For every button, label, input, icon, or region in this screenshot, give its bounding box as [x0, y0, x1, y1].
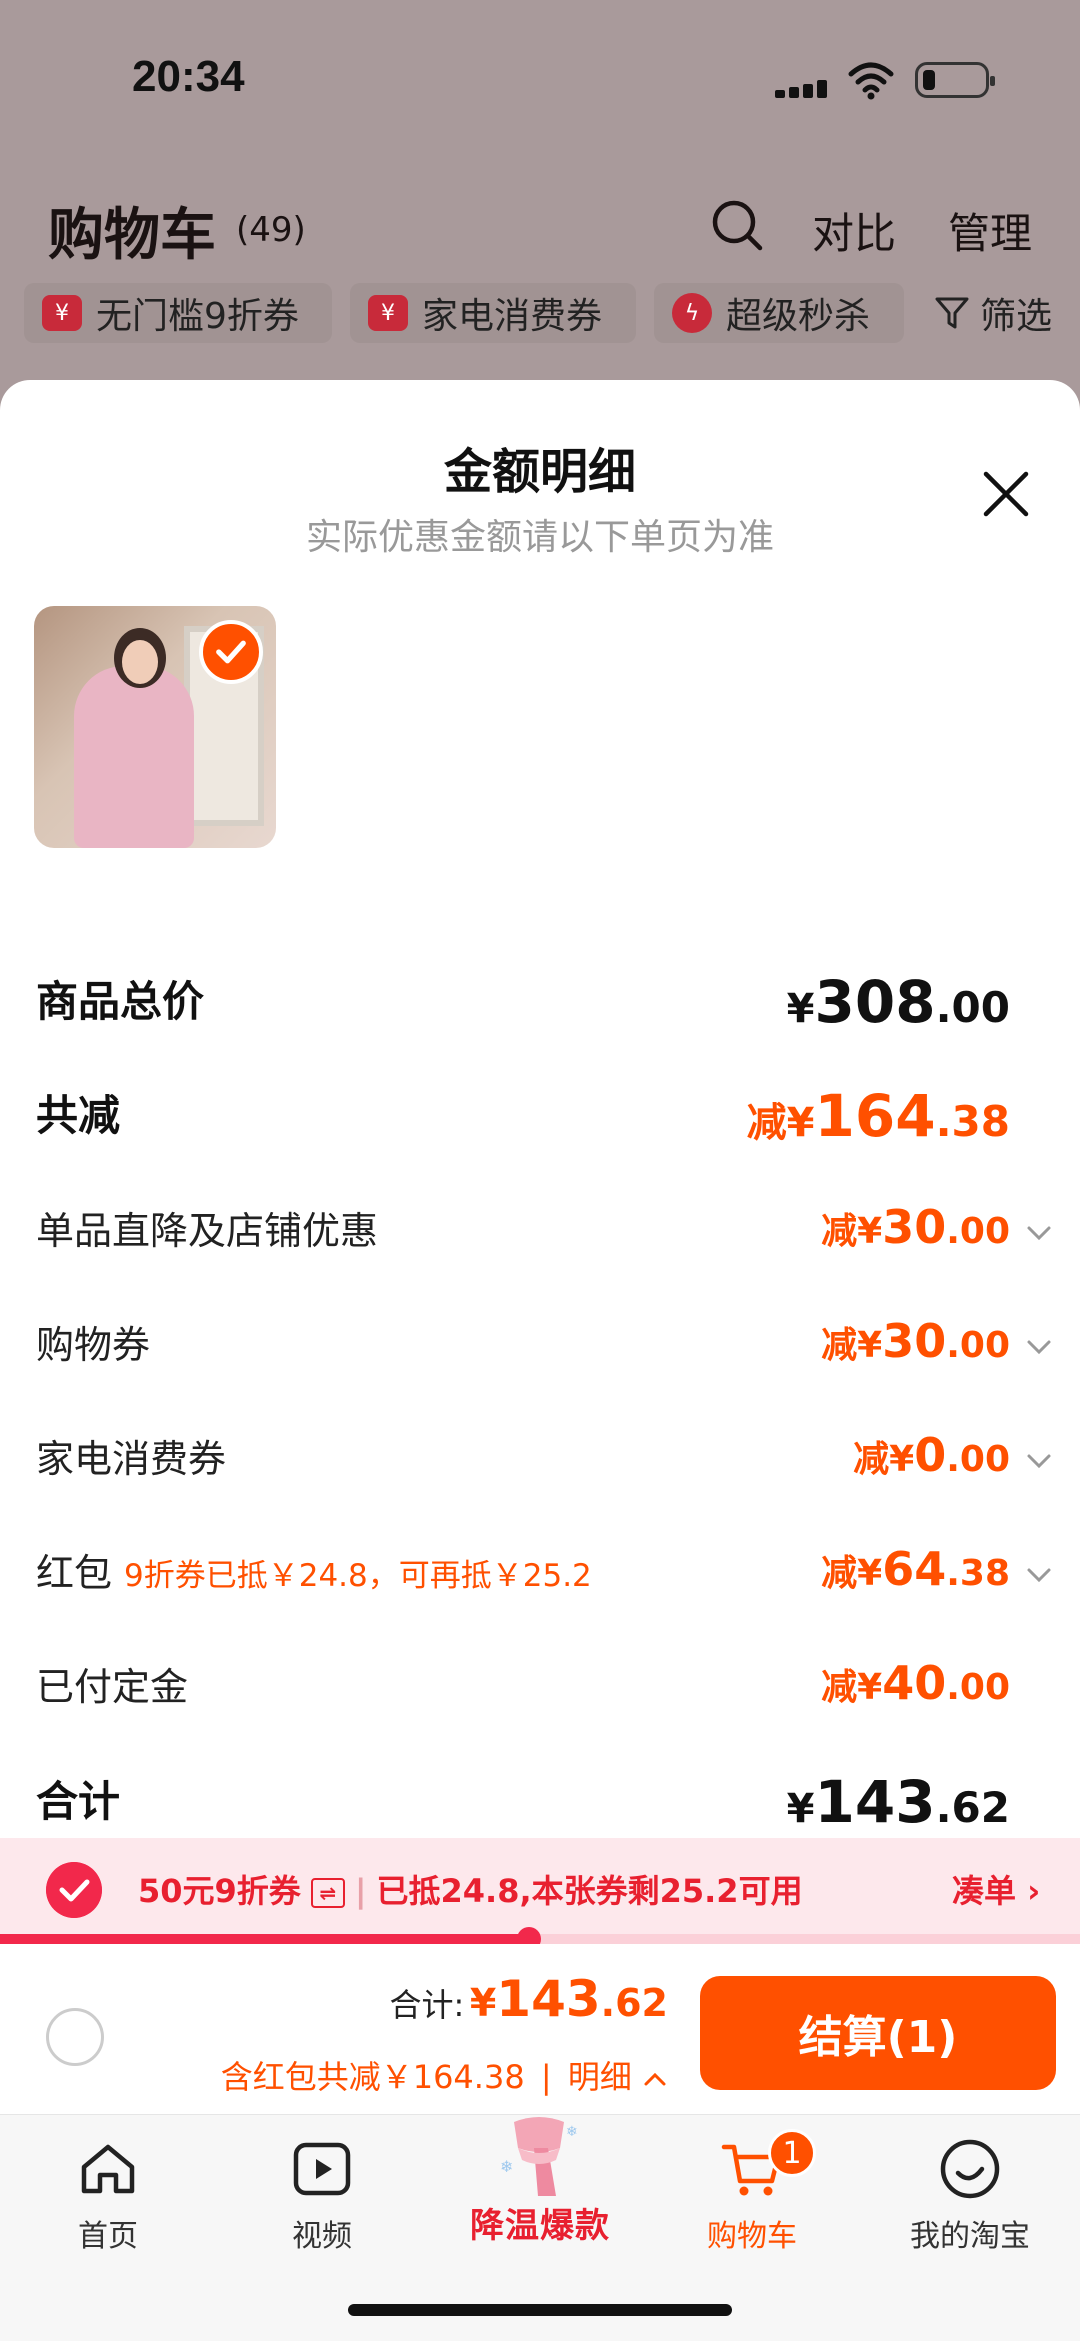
- sheet-subtitle: 实际优惠金额请以下单页为准: [305, 517, 774, 558]
- sheet-title: 金额明细: [443, 444, 636, 500]
- row-label: 红包 9折券已抵￥24.8，可再抵￥25.2: [36, 1542, 592, 1597]
- lightning-icon: ϟ: [672, 293, 712, 333]
- row-deposit-paid: 已付定金 减¥40.00: [36, 1656, 1046, 1726]
- chip-label: 家电消费券: [422, 296, 603, 337]
- thumb-face: [122, 640, 158, 684]
- checkout-bar: 合计: ¥143.62 含红包共减￥164.38 | 明细 结算(1): [0, 1944, 1080, 2114]
- row-total-discount: 共减 减¥164.38: [36, 1082, 1046, 1152]
- discount-summary[interactable]: 含红包共减￥164.38 | 明细: [221, 2052, 668, 2098]
- add-on-items-link[interactable]: 凑单 ›: [952, 1866, 1040, 1912]
- chevron-down-icon[interactable]: [1024, 1218, 1054, 1248]
- row-label: 共减: [36, 1091, 121, 1140]
- yen-coupon-icon: ¥: [42, 295, 82, 331]
- tab-video[interactable]: 视频: [242, 2129, 402, 2254]
- select-all-checkbox[interactable]: [46, 2008, 104, 2066]
- home-indicator: [348, 2304, 732, 2316]
- tab-label: 视频: [292, 2219, 352, 2254]
- swap-icon[interactable]: ⇌: [310, 1878, 345, 1908]
- search-icon[interactable]: [710, 198, 764, 252]
- tab-label: 购物车: [707, 2219, 797, 2254]
- chip-no-threshold-coupon[interactable]: ¥ 无门槛9折券: [24, 283, 332, 343]
- yen-coupon-icon: ¥: [368, 295, 408, 331]
- row-subtotal: 合计 ¥143.62: [36, 1768, 1046, 1838]
- red-packet-amount: 减¥64.38: [821, 1542, 1010, 1596]
- row-label: 购物券: [36, 1323, 151, 1367]
- cellular-signal-icon: [775, 78, 831, 98]
- detail-link[interactable]: 明细: [568, 2058, 632, 2096]
- status-time: 20:34: [132, 52, 245, 101]
- chip-appliance-coupon[interactable]: ¥ 家电消费券: [350, 283, 636, 343]
- status-bar: 20:34: [0, 0, 1080, 150]
- coupon-promo-bar[interactable]: 50元9折券 ⇌ | 已抵24.8,本张券剩25.2可用 凑单 ›: [0, 1838, 1080, 1938]
- cart-count: (49): [236, 210, 306, 250]
- scarf-promo-icon: ❄ ❄: [500, 2117, 578, 2196]
- checkout-total: 合计: ¥143.62: [389, 1970, 668, 2028]
- store-discount-amount: 减¥30.00: [821, 1200, 1010, 1254]
- red-packet-label: 红包: [36, 1551, 113, 1595]
- subtotal-amount: ¥143.62: [786, 1768, 1010, 1836]
- chevron-up-icon: [644, 2072, 666, 2086]
- compare-button[interactable]: 对比: [812, 200, 896, 261]
- row-store-discount[interactable]: 单品直降及店铺优惠 减¥30.00: [36, 1200, 1051, 1270]
- row-label: 已付定金: [36, 1665, 189, 1709]
- row-appliance-coupon[interactable]: 家电消费券 减¥0.00: [36, 1428, 1051, 1498]
- chevron-down-icon[interactable]: [1024, 1332, 1054, 1362]
- red-packet-note: 9折券已抵￥24.8，可再抵￥25.2: [124, 1558, 592, 1594]
- appliance-coupon-amount: 减¥0.00: [853, 1428, 1010, 1482]
- chip-flash-sale[interactable]: ϟ 超级秒杀: [654, 283, 904, 343]
- coupon-name: 50元9折券: [138, 1872, 301, 1910]
- deposit-paid-amount: 减¥40.00: [821, 1656, 1010, 1710]
- tab-label: 我的淘宝: [910, 2219, 1030, 2254]
- row-shopping-coupon[interactable]: 购物券 减¥30.00: [36, 1314, 1051, 1384]
- coupon-check-icon[interactable]: [46, 1862, 102, 1918]
- tab-label: 首页: [78, 2219, 138, 2254]
- background-overlay[interactable]: 20:34 购物车 (49) 对比 管理 ¥ 无门槛9折券 ¥ 家电消费券 ϟ …: [0, 0, 1080, 400]
- discount-note: 含红包共减￥164.38: [220, 2058, 525, 2096]
- row-total-price: 商品总价 ¥308.00: [36, 968, 1046, 1038]
- tab-promo[interactable]: ❄ ❄ 降温爆款: [456, 2112, 624, 2246]
- selected-check-icon: [199, 620, 263, 684]
- video-icon: [293, 2142, 351, 2196]
- tab-home[interactable]: 首页: [28, 2129, 188, 2254]
- coupon-detail: 已抵24.8,本张券剩25.2可用: [376, 1872, 803, 1910]
- tab-label: 降温爆款: [470, 2206, 610, 2246]
- shopping-coupon-amount: 减¥30.00: [821, 1314, 1010, 1368]
- smile-icon: [940, 2139, 1000, 2199]
- chevron-down-icon[interactable]: [1024, 1446, 1054, 1476]
- total-discount-amount: 减¥164.38: [746, 1082, 1010, 1150]
- checkout-button[interactable]: 结算(1): [700, 1976, 1056, 2090]
- page-title: 购物车: [48, 203, 216, 268]
- wifi-icon: [848, 62, 894, 100]
- home-icon: [81, 2144, 135, 2194]
- progress-fill: [0, 1934, 530, 1944]
- filter-button[interactable]: 筛选: [934, 283, 1052, 343]
- coupon-promo-text: 50元9折券 ⇌ | 已抵24.8,本张券剩25.2可用: [138, 1872, 803, 1910]
- chevron-down-icon[interactable]: [1024, 1560, 1054, 1590]
- row-label: 家电消费券: [36, 1437, 227, 1481]
- svg-text:❄: ❄: [566, 2124, 578, 2140]
- row-label: 单品直降及店铺优惠: [36, 1209, 379, 1253]
- thumb-pajamas: [74, 666, 194, 848]
- coupon-progress-bar: [0, 1927, 1080, 1951]
- svg-text:❄: ❄: [500, 2157, 513, 2176]
- total-price-amount: ¥308.00: [786, 968, 1010, 1036]
- chip-label: 无门槛9折券: [96, 296, 299, 337]
- funnel-icon: [935, 297, 969, 329]
- row-red-packet[interactable]: 红包 9折券已抵￥24.8，可再抵￥25.2 减¥64.38: [36, 1542, 1051, 1612]
- filter-chips: ¥ 无门槛9折券 ¥ 家电消费券 ϟ 超级秒杀 筛选: [24, 283, 1080, 343]
- tab-my-taobao[interactable]: 我的淘宝: [890, 2129, 1050, 2254]
- tab-cart[interactable]: 购物车 1: [672, 2129, 832, 2254]
- row-label: 合计: [36, 1777, 121, 1826]
- battery-icon: [915, 62, 995, 98]
- filter-label: 筛选: [980, 296, 1053, 337]
- row-label: 商品总价: [36, 977, 205, 1026]
- chip-label: 超级秒杀: [726, 296, 871, 337]
- manage-button[interactable]: 管理: [948, 200, 1032, 261]
- close-icon[interactable]: [980, 468, 1032, 520]
- cart-header: 购物车 (49) 对比 管理: [0, 180, 1080, 280]
- cart-badge: 1: [768, 2129, 816, 2177]
